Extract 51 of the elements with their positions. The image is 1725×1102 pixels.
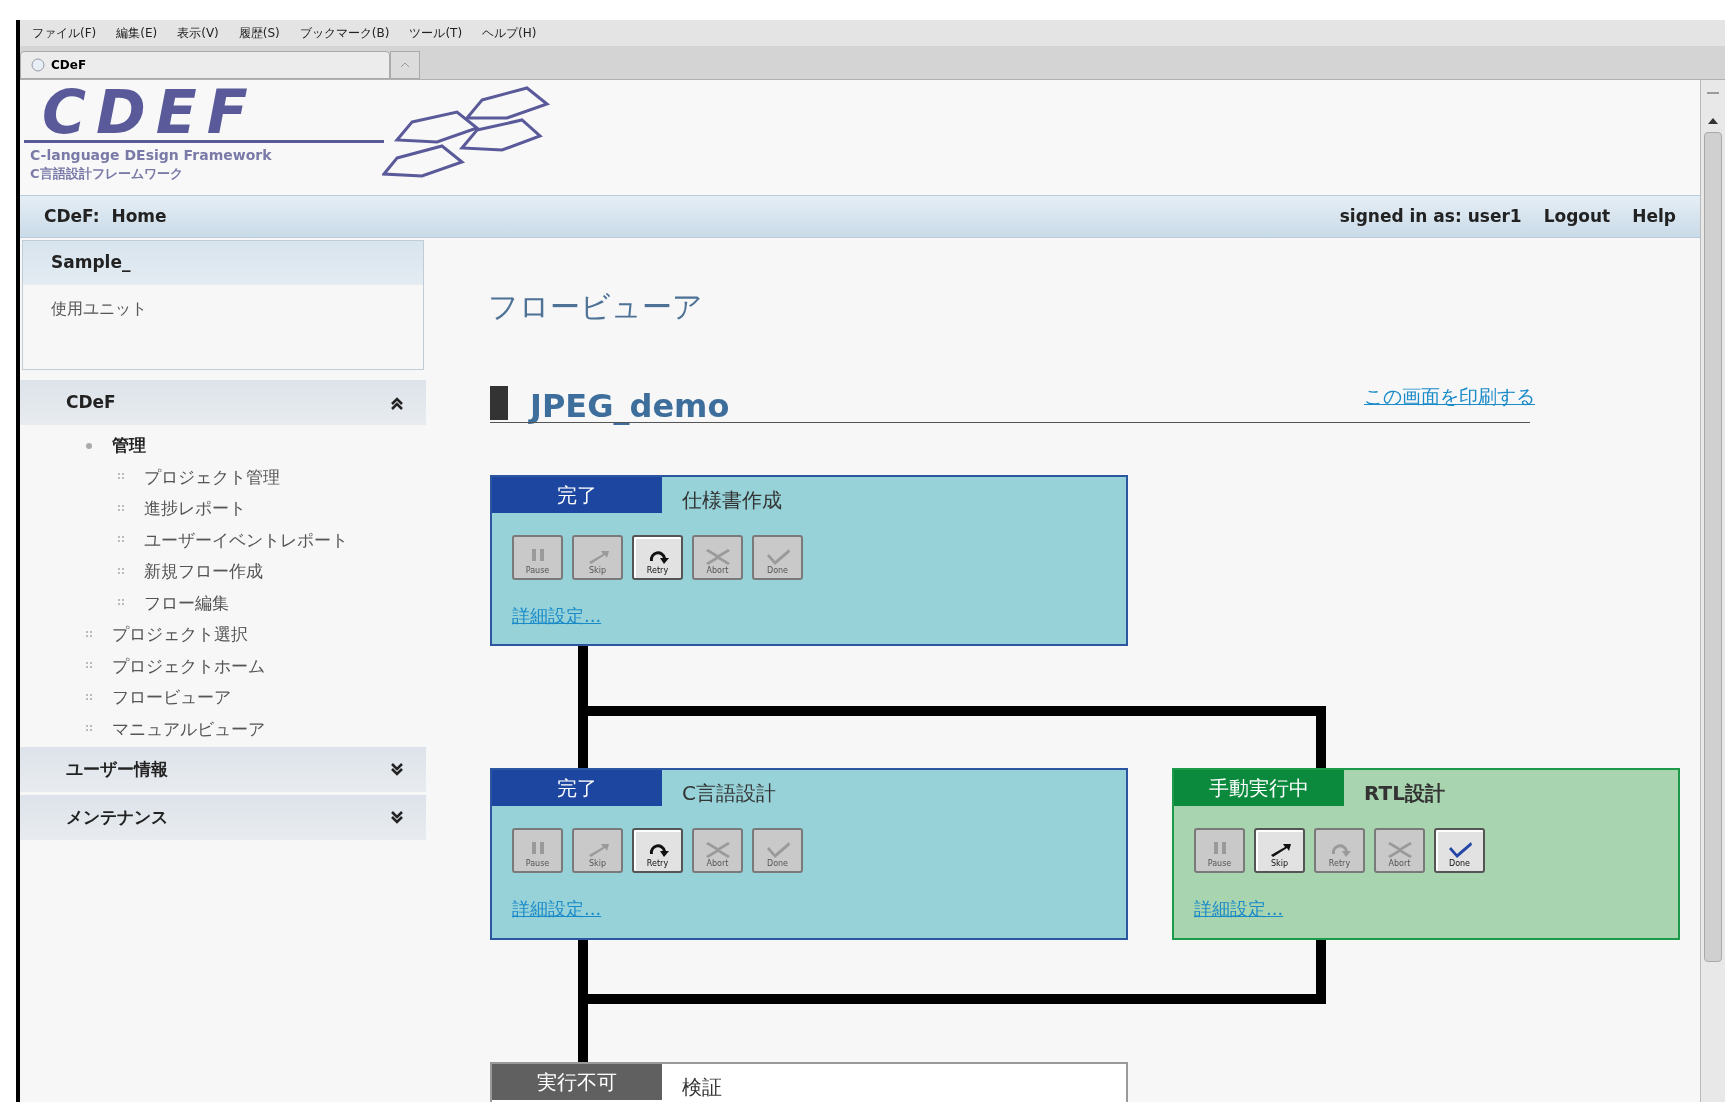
menu-item[interactable]: ファイル(F) xyxy=(32,24,97,42)
expand-icon xyxy=(390,810,404,825)
node-title: 仕様書作成 xyxy=(682,487,782,514)
expand-icon xyxy=(390,762,404,777)
menu-item[interactable]: 編集(E) xyxy=(116,24,158,42)
sidebar-link[interactable]: フロー編集 xyxy=(144,590,229,616)
action-button[interactable]: Retry xyxy=(632,535,683,580)
flow-heading-marker xyxy=(490,386,508,420)
page-title: フロービューア xyxy=(488,288,703,326)
menu-item[interactable]: ツール(T) xyxy=(409,24,463,42)
action-button[interactable]: Skip xyxy=(1254,828,1305,873)
section-header[interactable]: メンテナンス xyxy=(20,795,426,840)
breadcrumb: CDeF: Home xyxy=(44,204,167,228)
section-header[interactable]: ユーザー情報 xyxy=(20,747,426,792)
collapse-icon xyxy=(390,395,404,410)
caret-icon xyxy=(400,62,410,68)
project-name: Sample_ xyxy=(23,241,423,285)
action-button[interactable]: Retry xyxy=(632,828,683,873)
signed-in-label: signed in as: user1 xyxy=(1339,204,1522,228)
menu-item[interactable]: 履歴(S) xyxy=(238,24,280,42)
sidebar-link[interactable]: 進捗レポート xyxy=(144,496,246,522)
status-badge: 完了 xyxy=(492,477,662,513)
sidebar-link[interactable]: プロジェクト管理 xyxy=(144,464,280,490)
sidebar-link[interactable]: 新規フロー作成 xyxy=(144,559,263,585)
node-title: 検証 xyxy=(682,1074,722,1101)
flow-name: JPEG_demo xyxy=(530,386,730,427)
sidebar-link[interactable]: ユーザーイベントレポート xyxy=(144,527,348,553)
print-link[interactable]: この画面を印刷する xyxy=(1364,382,1535,411)
browser-tab[interactable]: CDeF xyxy=(20,51,390,79)
sidebar-link[interactable]: プロジェクトホーム xyxy=(112,653,265,679)
action-button[interactable]: Done xyxy=(1434,828,1485,873)
menu-item[interactable]: ヘルプ(H) xyxy=(482,24,537,42)
sidebar-link[interactable]: マニュアルビューア xyxy=(112,716,265,742)
page-icon xyxy=(31,58,45,72)
minimize-icon[interactable] xyxy=(1707,92,1719,96)
status-badge: 完了 xyxy=(492,770,662,806)
section-header[interactable]: CDeF xyxy=(20,380,426,425)
menu-item[interactable]: ブックマーク(B) xyxy=(299,24,390,42)
sidebar-link[interactable]: フロービューア xyxy=(112,685,231,711)
node-title: RTL設計 xyxy=(1364,780,1445,807)
menu-item[interactable]: 表示(V) xyxy=(177,24,219,42)
header-link[interactable]: Help xyxy=(1632,203,1676,230)
sidebar-link[interactable]: 使用ユニット xyxy=(51,297,395,321)
node-title: C言語設計 xyxy=(682,780,776,807)
status-badge: 手動実行中 xyxy=(1174,770,1344,806)
header-link[interactable]: Logout xyxy=(1543,203,1611,230)
tab-list-button[interactable] xyxy=(390,51,420,79)
sidebar-link[interactable]: 管理 xyxy=(112,433,146,459)
status-badge: 実行不可 xyxy=(492,1064,662,1100)
sidebar-link[interactable]: プロジェクト選択 xyxy=(112,622,248,648)
logo: CDEF C-language DEsign Framework C言語設計フレームワーク xyxy=(22,82,592,192)
